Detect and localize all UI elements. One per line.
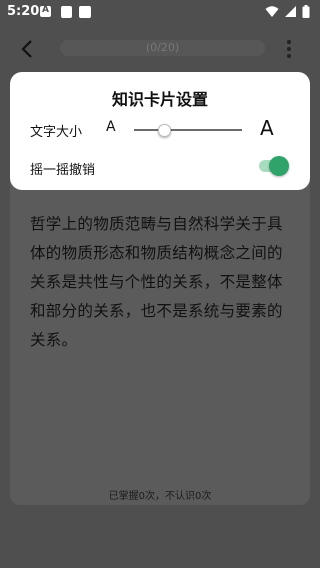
notification-square-icon [61, 6, 72, 18]
card-footer-stats: 已掌握0次，不认识0次 [108, 491, 212, 502]
notification-square-icon [79, 6, 91, 18]
status-right-icons [265, 5, 310, 19]
wifi-icon [265, 6, 279, 17]
font-small-icon: A [106, 119, 116, 135]
battery-icon [302, 5, 310, 18]
progress-text: (0/20) [145, 41, 180, 54]
signal-icon [284, 6, 296, 17]
status-bar: 5:20 A [0, 0, 320, 24]
more-vertical-icon[interactable] [285, 38, 293, 60]
settings-panel: 知识卡片设置 文字大小 A A 摇一摇撤销 [10, 72, 310, 190]
font-size-slider-track[interactable] [134, 129, 242, 131]
progress-bar: (0/20) [60, 40, 265, 56]
font-size-slider-thumb[interactable] [158, 124, 172, 137]
status-time: 5:20 [7, 4, 40, 19]
font-size-label: 文字大小 [30, 125, 83, 140]
shake-undo-label: 摇一摇撤销 [30, 163, 96, 178]
settings-title: 知识卡片设置 [111, 90, 208, 109]
card-text: 哲学上的物质范畴与自然科学关于具体的物质形态和物质结构概念之间的关系是共性与个性… [30, 215, 283, 349]
shake-undo-toggle[interactable] [269, 156, 289, 176]
font-large-icon: A [260, 116, 274, 140]
a-badge-icon: A [40, 5, 51, 17]
chevron-left-icon[interactable] [18, 38, 38, 60]
